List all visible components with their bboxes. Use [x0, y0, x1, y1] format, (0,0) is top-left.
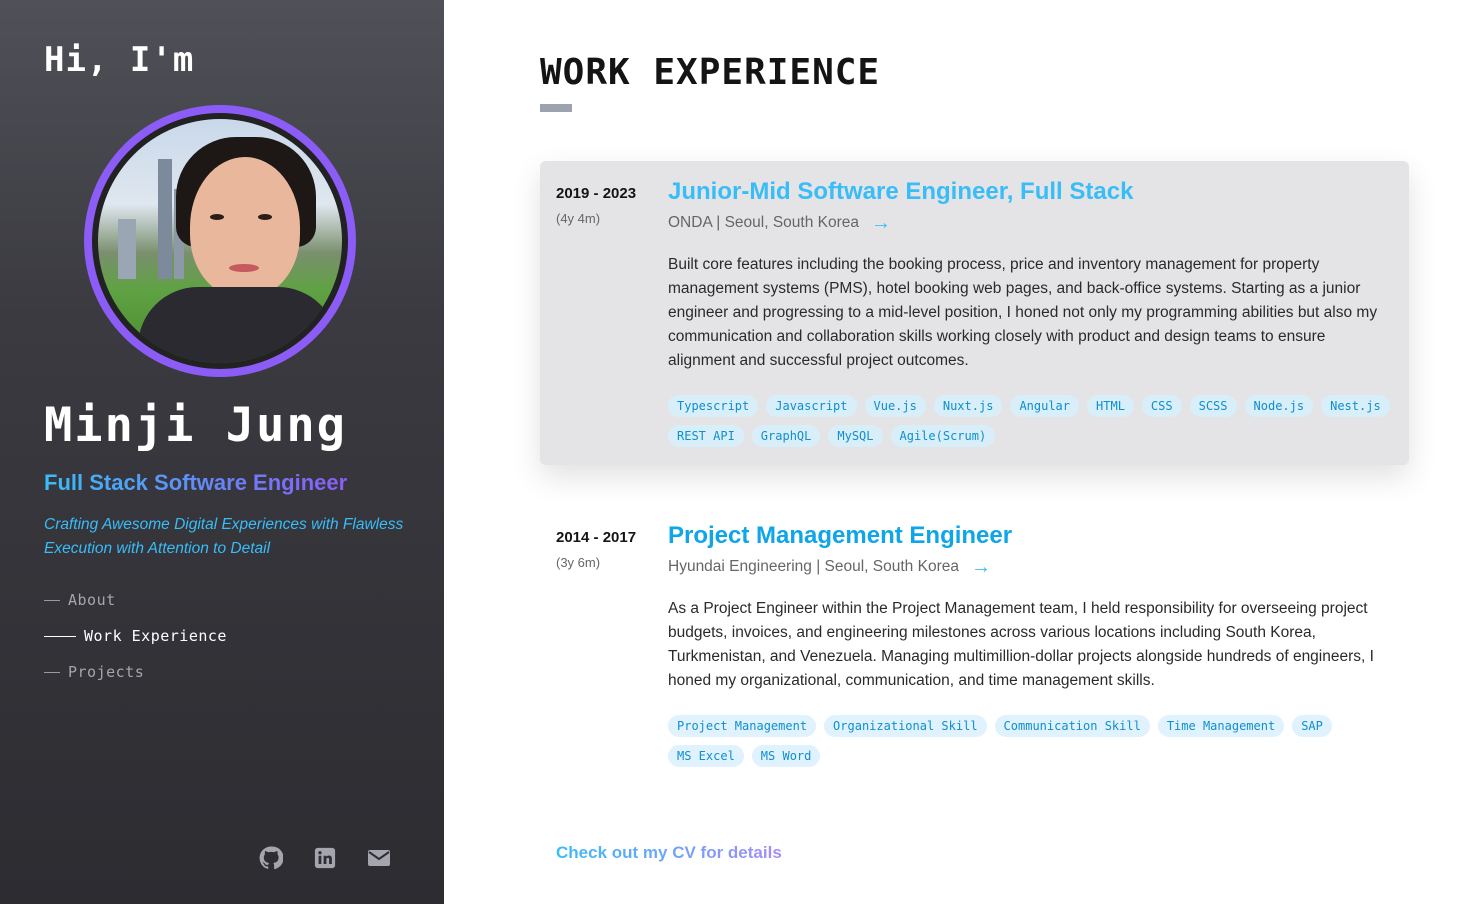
skill-tag: Nest.js — [1321, 395, 1390, 417]
skill-tag: Communication Skill — [994, 715, 1150, 737]
job-duration: (3y 6m) — [556, 555, 601, 570]
nav-item-work-experience[interactable]: Work Experience — [44, 618, 227, 654]
nav-item-label: About — [68, 591, 116, 609]
tagline: Crafting Awesome Digital Experiences wit… — [44, 516, 404, 557]
nav-indicator — [44, 635, 76, 637]
avatar — [84, 105, 356, 377]
skill-tag: GraphQL — [751, 425, 821, 447]
company-label: Hyundai Engineering | Seoul, South Korea — [668, 558, 959, 575]
skill-tag: Javascript — [766, 395, 857, 417]
linkedin-icon[interactable] — [312, 845, 338, 871]
job-description: Built core features including the bookin… — [668, 256, 1378, 369]
nav-indicator — [44, 599, 60, 601]
profile-photo — [98, 119, 342, 363]
skill-tag: Agile(Scrum) — [890, 425, 996, 447]
job-description: As a Project Engineer within the Project… — [668, 600, 1374, 689]
skill-tag: Angular — [1010, 395, 1080, 417]
social-links — [258, 845, 392, 871]
section-nav: About Work Experience Projects — [44, 582, 227, 690]
arrow-right-icon[interactable]: → — [971, 557, 991, 577]
job-title[interactable]: Project Management Engineer — [668, 521, 1394, 551]
skill-tag: Nuxt.js — [933, 395, 1003, 417]
skill-tag: SCSS — [1189, 395, 1237, 417]
job-tags: Project Management Organizational Skill … — [668, 715, 1394, 767]
skill-tag: Project Management — [668, 715, 817, 737]
skill-tag: Typescript — [668, 395, 759, 417]
skill-tag: MySQL — [828, 425, 883, 447]
mail-icon[interactable] — [366, 845, 392, 871]
sidebar: Hi, I'm Minji Jung Full Stack Software E… — [0, 0, 444, 904]
job-period: 2014 - 2017 — [556, 529, 637, 546]
nav-item-about[interactable]: About — [44, 582, 227, 618]
skill-tag: Organizational Skill — [824, 715, 987, 737]
job-tags: Typescript Javascript Vue.js Nuxt.js Ang… — [668, 395, 1394, 447]
nav-item-projects[interactable]: Projects — [44, 654, 227, 690]
skill-tag: Node.js — [1244, 395, 1314, 417]
skill-tag: SAP — [1292, 715, 1332, 737]
section-title: WORK EXPERIENCE — [540, 52, 881, 93]
job-period: 2019 - 2023 — [556, 185, 637, 202]
github-icon[interactable] — [258, 845, 284, 871]
job-card[interactable]: 2014 - 2017 (3y 6m) Project Management E… — [540, 505, 1409, 785]
greeting: Hi, I'm — [44, 40, 195, 80]
nav-item-label: Work Experience — [84, 627, 227, 645]
job-duration: (4y 4m) — [556, 211, 601, 226]
job-card[interactable]: 2019 - 2023 (4y 4m) Junior-Mid Software … — [540, 161, 1409, 465]
skill-tag: REST API — [668, 425, 744, 447]
skill-tag: CSS — [1141, 395, 1182, 417]
title-underline — [540, 104, 572, 112]
owner-name: Minji Jung — [44, 398, 347, 453]
skill-tag: Time Management — [1157, 715, 1285, 737]
skill-tag: MS Excel — [668, 745, 744, 767]
skill-tag: MS Word — [751, 745, 821, 767]
nav-item-label: Projects — [68, 663, 145, 681]
nav-indicator — [44, 671, 60, 673]
job-company: ONDA | Seoul, South Korea → — [668, 213, 1394, 233]
skill-tag: Vue.js — [864, 395, 926, 417]
company-label: ONDA | Seoul, South Korea — [668, 214, 859, 231]
arrow-right-icon[interactable]: → — [871, 213, 891, 233]
job-company: Hyundai Engineering | Seoul, South Korea… — [668, 557, 1394, 577]
skill-tag: HTML — [1087, 395, 1134, 417]
cv-link[interactable]: Check out my CV for details — [556, 843, 782, 863]
job-title[interactable]: Junior-Mid Software Engineer, Full Stack — [668, 177, 1394, 207]
main-content: WORK EXPERIENCE 2019 - 2023 (4y 4m) Juni… — [444, 0, 1482, 904]
owner-role: Full Stack Software Engineer — [44, 470, 348, 495]
